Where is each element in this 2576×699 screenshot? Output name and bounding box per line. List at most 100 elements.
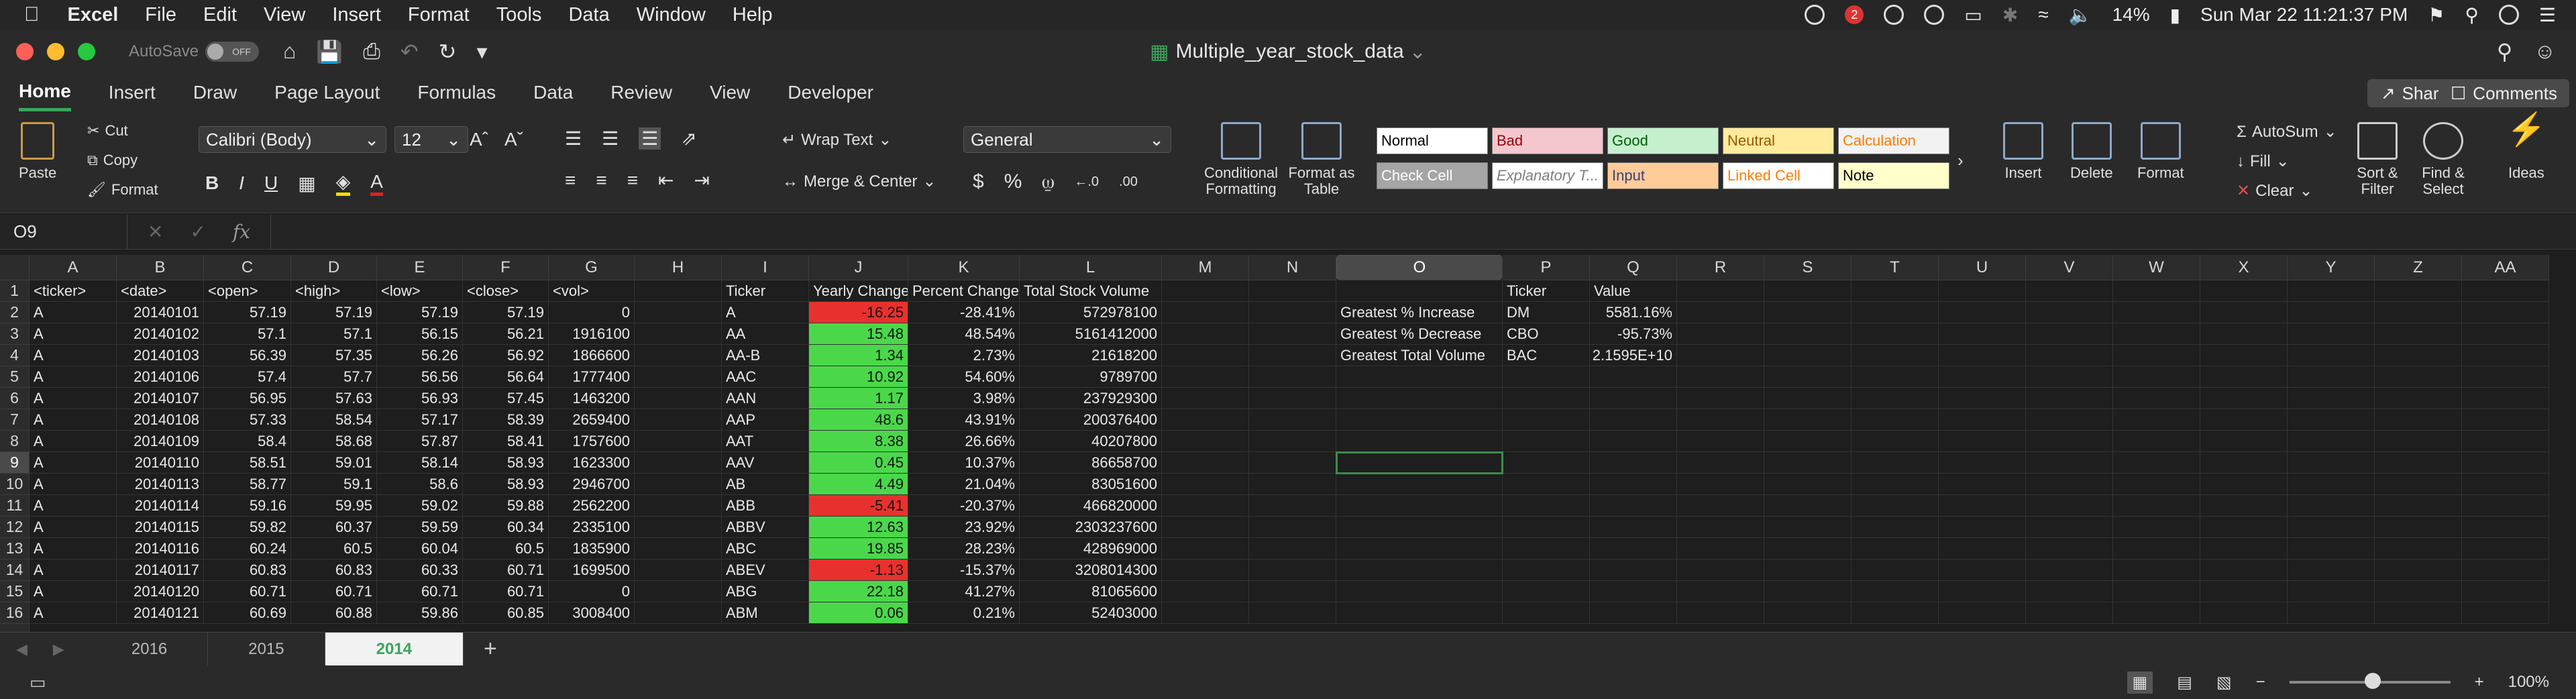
sort-filter-button[interactable]: Sort & Filter	[2351, 122, 2404, 197]
print-icon[interactable]: ⎙	[363, 39, 380, 64]
cell-m7[interactable]	[1162, 409, 1249, 431]
cell-r4[interactable]	[1677, 345, 1764, 366]
cell-s15[interactable]	[1764, 581, 1851, 602]
menu-view[interactable]: View	[264, 4, 305, 26]
zoom-level[interactable]: 100%	[2508, 673, 2549, 692]
cell-x14[interactable]	[2200, 559, 2288, 581]
cell-n7[interactable]	[1249, 409, 1336, 431]
column-header-r[interactable]: R	[1677, 255, 1764, 280]
tab-home[interactable]: Home	[19, 74, 71, 111]
cell-aa6[interactable]	[2462, 388, 2549, 409]
cell-f16[interactable]: 60.85	[463, 602, 549, 624]
conditional-formatting-button[interactable]: Conditional Formatting	[1201, 122, 1281, 197]
cell-t2[interactable]	[1851, 302, 1939, 323]
menu-window[interactable]: Window	[637, 4, 706, 26]
cell-v10[interactable]	[2026, 474, 2113, 495]
cell-m4[interactable]	[1162, 345, 1249, 366]
cell-u16[interactable]	[1939, 602, 2026, 624]
cell-b6[interactable]: 20140107	[117, 388, 204, 409]
column-header-c[interactable]: C	[204, 255, 291, 280]
cell-z11[interactable]	[2375, 495, 2462, 517]
cell-j2[interactable]: -16.25	[809, 302, 908, 323]
cell-l13[interactable]: 428969000	[1020, 538, 1162, 559]
cell-m1[interactable]	[1162, 280, 1249, 302]
cell-h5[interactable]	[635, 366, 722, 388]
font-color-icon[interactable]: A	[370, 171, 383, 196]
cell-f1[interactable]: <close>	[463, 280, 549, 302]
cell-r7[interactable]	[1677, 409, 1764, 431]
cell-h14[interactable]	[635, 559, 722, 581]
row-header[interactable]: 14	[0, 559, 30, 581]
cell-k5[interactable]: 54.60%	[908, 366, 1020, 388]
tab-review[interactable]: Review	[610, 74, 672, 111]
cell-j11[interactable]: -5.41	[809, 495, 908, 517]
zoom-slider[interactable]	[2289, 673, 2451, 689]
font-name-select[interactable]: Calibri (Body) ⌄	[199, 126, 386, 153]
cell-o13[interactable]	[1336, 538, 1503, 559]
cell-f11[interactable]: 59.88	[463, 495, 549, 517]
cell-h11[interactable]	[635, 495, 722, 517]
style-normal[interactable]: Normal	[1377, 127, 1488, 154]
cell-z6[interactable]	[2375, 388, 2462, 409]
cell-x1[interactable]	[2200, 280, 2288, 302]
cell-b4[interactable]: 20140103	[117, 345, 204, 366]
cell-m8[interactable]	[1162, 431, 1249, 452]
cell-c14[interactable]: 60.83	[204, 559, 291, 581]
cell-p14[interactable]	[1503, 559, 1590, 581]
cell-n6[interactable]	[1249, 388, 1336, 409]
cell-y10[interactable]	[2288, 474, 2375, 495]
cell-aa10[interactable]	[2462, 474, 2549, 495]
cell-g12[interactable]: 2335100	[549, 517, 635, 538]
cell-n8[interactable]	[1249, 431, 1336, 452]
cell-w7[interactable]	[2113, 409, 2200, 431]
cell-t14[interactable]	[1851, 559, 1939, 581]
cell-a10[interactable]: A	[30, 474, 117, 495]
zoom-in-icon[interactable]: +	[2475, 673, 2484, 692]
cell-w1[interactable]	[2113, 280, 2200, 302]
cell-w12[interactable]	[2113, 517, 2200, 538]
cell-b7[interactable]: 20140108	[117, 409, 204, 431]
copy-button[interactable]: ⧉ Copy	[87, 152, 138, 169]
cell-k6[interactable]: 3.98%	[908, 388, 1020, 409]
cell-s13[interactable]	[1764, 538, 1851, 559]
cell-p3[interactable]: CBO	[1503, 323, 1590, 345]
cell-j15[interactable]: 22.18	[809, 581, 908, 602]
cell-f3[interactable]: 56.21	[463, 323, 549, 345]
tab-insert[interactable]: Insert	[109, 74, 156, 111]
cell-b15[interactable]: 20140120	[117, 581, 204, 602]
cell-e4[interactable]: 56.26	[377, 345, 463, 366]
cell-e12[interactable]: 59.59	[377, 517, 463, 538]
cell-m5[interactable]	[1162, 366, 1249, 388]
number-format-select[interactable]: General ⌄	[963, 126, 1171, 153]
cell-g9[interactable]: 1623300	[549, 452, 635, 474]
zoom-window-button[interactable]	[78, 43, 95, 60]
cell-v6[interactable]	[2026, 388, 2113, 409]
cell-k9[interactable]: 10.37%	[908, 452, 1020, 474]
row-header[interactable]: 6	[0, 388, 30, 409]
search-icon[interactable]: ⚲	[2497, 39, 2512, 64]
column-header-b[interactable]: B	[117, 255, 204, 280]
cell-p8[interactable]	[1503, 431, 1590, 452]
cell-v5[interactable]	[2026, 366, 2113, 388]
cell-y2[interactable]	[2288, 302, 2375, 323]
cell-a11[interactable]: A	[30, 495, 117, 517]
cell-m13[interactable]	[1162, 538, 1249, 559]
cell-x15[interactable]	[2200, 581, 2288, 602]
cell-v13[interactable]	[2026, 538, 2113, 559]
menu-tools[interactable]: Tools	[496, 4, 542, 26]
cell-x10[interactable]	[2200, 474, 2288, 495]
cell-h15[interactable]	[635, 581, 722, 602]
cell-p10[interactable]	[1503, 474, 1590, 495]
cell-w14[interactable]	[2113, 559, 2200, 581]
cell-k3[interactable]: 48.54%	[908, 323, 1020, 345]
fill-button[interactable]: ↓ Fill ⌄	[2237, 152, 2290, 171]
cell-e9[interactable]: 58.14	[377, 452, 463, 474]
cell-x12[interactable]	[2200, 517, 2288, 538]
column-header-f[interactable]: F	[463, 255, 549, 280]
cell-w6[interactable]	[2113, 388, 2200, 409]
cell-k10[interactable]: 21.04%	[908, 474, 1020, 495]
cell-f12[interactable]: 60.34	[463, 517, 549, 538]
account-icon[interactable]: ☺	[2534, 39, 2556, 64]
cell-j3[interactable]: 15.48	[809, 323, 908, 345]
siri-icon[interactable]	[2498, 5, 2519, 25]
